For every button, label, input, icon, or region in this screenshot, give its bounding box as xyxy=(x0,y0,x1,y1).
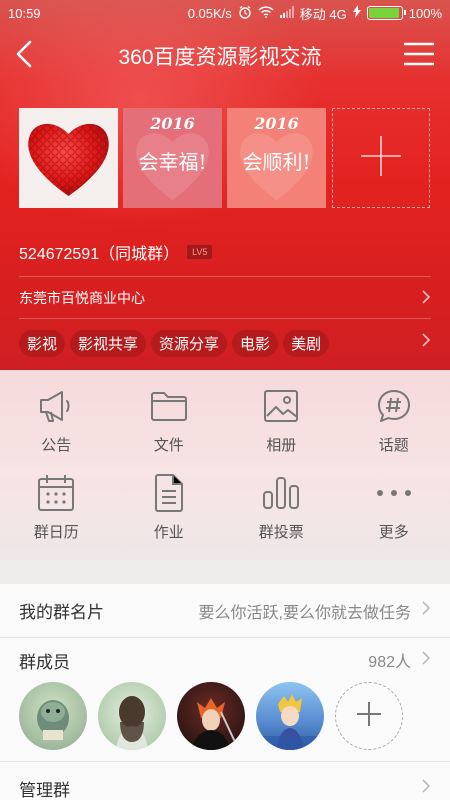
feature-album[interactable]: 相册 xyxy=(225,386,338,455)
battery-percent: 100% xyxy=(408,5,442,21)
plus-icon xyxy=(356,701,382,732)
status-time: 10:59 xyxy=(8,5,41,21)
group-photo-happiness-card[interactable]: 2016 会幸福! xyxy=(123,108,222,208)
card-year: 2016 xyxy=(254,114,299,133)
feature-label: 群投票 xyxy=(258,524,304,541)
add-photo-button[interactable] xyxy=(332,108,430,208)
feature-label: 文件 xyxy=(153,437,184,454)
plus-icon xyxy=(359,134,403,183)
feature-label: 话题 xyxy=(378,437,409,454)
anime-boy-avatar xyxy=(256,694,324,750)
my-group-card-row[interactable]: 我的群名片 要么你活跃,要么你就去做任务 xyxy=(0,584,450,638)
megaphone-icon xyxy=(36,386,76,426)
group-location-row[interactable]: 东莞市百悦商业中心 xyxy=(19,281,431,315)
row-title: 管理群 xyxy=(19,781,70,800)
member-avatars xyxy=(19,682,431,750)
calendar-icon xyxy=(36,473,76,513)
chevron-right-icon xyxy=(421,600,431,621)
divider xyxy=(19,276,431,277)
page-title: 360百度资源影视交流 xyxy=(118,46,322,69)
group-location-text: 东莞市百悦商业中心 xyxy=(19,290,145,306)
folder-icon xyxy=(149,386,189,426)
battery-icon xyxy=(366,6,406,20)
group-id-row: 524672591（同城群） LV5 xyxy=(19,240,213,264)
members-section: 群成员 982人 xyxy=(0,638,450,762)
heart-roses-image xyxy=(28,123,109,196)
feature-announcement[interactable]: 公告 xyxy=(0,386,113,455)
bar-chart-icon xyxy=(261,473,301,513)
group-id-text: 524672591（同城群） xyxy=(19,246,180,263)
group-tag: 影视 xyxy=(19,330,66,357)
cartoon-creature-avatar xyxy=(37,700,69,740)
group-tag: 美剧 xyxy=(283,330,330,357)
group-tag: 影视共享 xyxy=(70,330,147,357)
row-value: 要么你活跃,要么你就去做任务 xyxy=(198,604,411,622)
feature-label: 更多 xyxy=(378,524,409,541)
charging-icon xyxy=(352,5,361,21)
hamburger-menu-icon xyxy=(403,42,435,71)
back-button[interactable] xyxy=(2,34,46,78)
avatar[interactable] xyxy=(256,682,324,750)
nav-bar: 360百度资源影视交流 xyxy=(0,30,450,82)
status-bar: 10:59 0.05K/s 移动 4G 100% xyxy=(0,0,450,26)
feature-vote[interactable]: 群投票 xyxy=(225,473,338,542)
signal-icon xyxy=(279,5,294,21)
chevron-left-icon xyxy=(15,40,33,73)
chevron-right-icon xyxy=(421,650,431,671)
members-header-row[interactable]: 群成员 982人 xyxy=(19,638,431,682)
network-speed: 0.05K/s xyxy=(187,5,232,21)
feature-more[interactable]: 更多 xyxy=(338,473,450,542)
avatar[interactable] xyxy=(19,682,87,750)
alarm-icon xyxy=(238,5,252,22)
group-settings-list: 我的群名片 要么你活跃,要么你就去做任务 群成员 982人 管理群 xyxy=(0,584,450,800)
feature-label: 群日历 xyxy=(33,524,79,541)
feature-calendar[interactable]: 群日历 xyxy=(0,473,113,542)
chevron-right-icon xyxy=(421,332,431,357)
avatar[interactable] xyxy=(177,682,245,750)
feature-label: 相册 xyxy=(266,437,297,454)
feature-grid-area: 公告 文件 相册 话题 群日历 作业 群投票 更多 xyxy=(0,370,450,560)
section-separator xyxy=(0,560,450,584)
feature-label: 公告 xyxy=(41,437,72,454)
group-tags-row[interactable]: 影视 影视共享 资源分享 电影 美剧 xyxy=(19,330,431,357)
member-count: 982人 xyxy=(368,654,411,671)
anime-character-avatar xyxy=(191,698,236,750)
menu-button[interactable] xyxy=(394,34,444,78)
group-level-badge: LV5 xyxy=(187,245,213,259)
chevron-right-icon xyxy=(421,778,431,799)
feature-grid: 公告 文件 相册 话题 群日历 作业 群投票 更多 xyxy=(0,386,450,542)
group-photo-smooth-card[interactable]: 2016 会顺利! xyxy=(227,108,326,208)
image-icon xyxy=(261,386,301,426)
carrier-label: 移动 4G xyxy=(299,6,347,22)
group-tag: 资源分享 xyxy=(151,330,228,357)
hashtag-bubble-icon xyxy=(374,386,414,426)
girl-avatar xyxy=(116,696,148,750)
chevron-right-icon xyxy=(421,289,431,308)
feature-homework[interactable]: 作业 xyxy=(113,473,226,542)
row-title: 我的群名片 xyxy=(19,603,104,622)
add-member-button[interactable] xyxy=(335,682,403,750)
card-phrase: 会顺利! xyxy=(242,150,311,174)
group-tag: 电影 xyxy=(232,330,279,357)
group-photo-heart[interactable] xyxy=(19,108,118,208)
wifi-icon xyxy=(258,5,274,21)
card-phrase: 会幸福! xyxy=(138,150,207,174)
feature-label: 作业 xyxy=(153,524,184,541)
group-photo-strip: 2016 会幸福! 2016 会顺利! xyxy=(19,108,430,208)
divider xyxy=(19,318,431,319)
avatar[interactable] xyxy=(98,682,166,750)
more-dots-icon xyxy=(374,473,414,513)
row-title: 群成员 xyxy=(19,652,70,672)
document-icon xyxy=(149,473,189,513)
feature-files[interactable]: 文件 xyxy=(113,386,226,455)
manage-group-row[interactable]: 管理群 xyxy=(0,762,450,800)
card-year: 2016 xyxy=(150,114,195,133)
feature-topics[interactable]: 话题 xyxy=(338,386,450,455)
